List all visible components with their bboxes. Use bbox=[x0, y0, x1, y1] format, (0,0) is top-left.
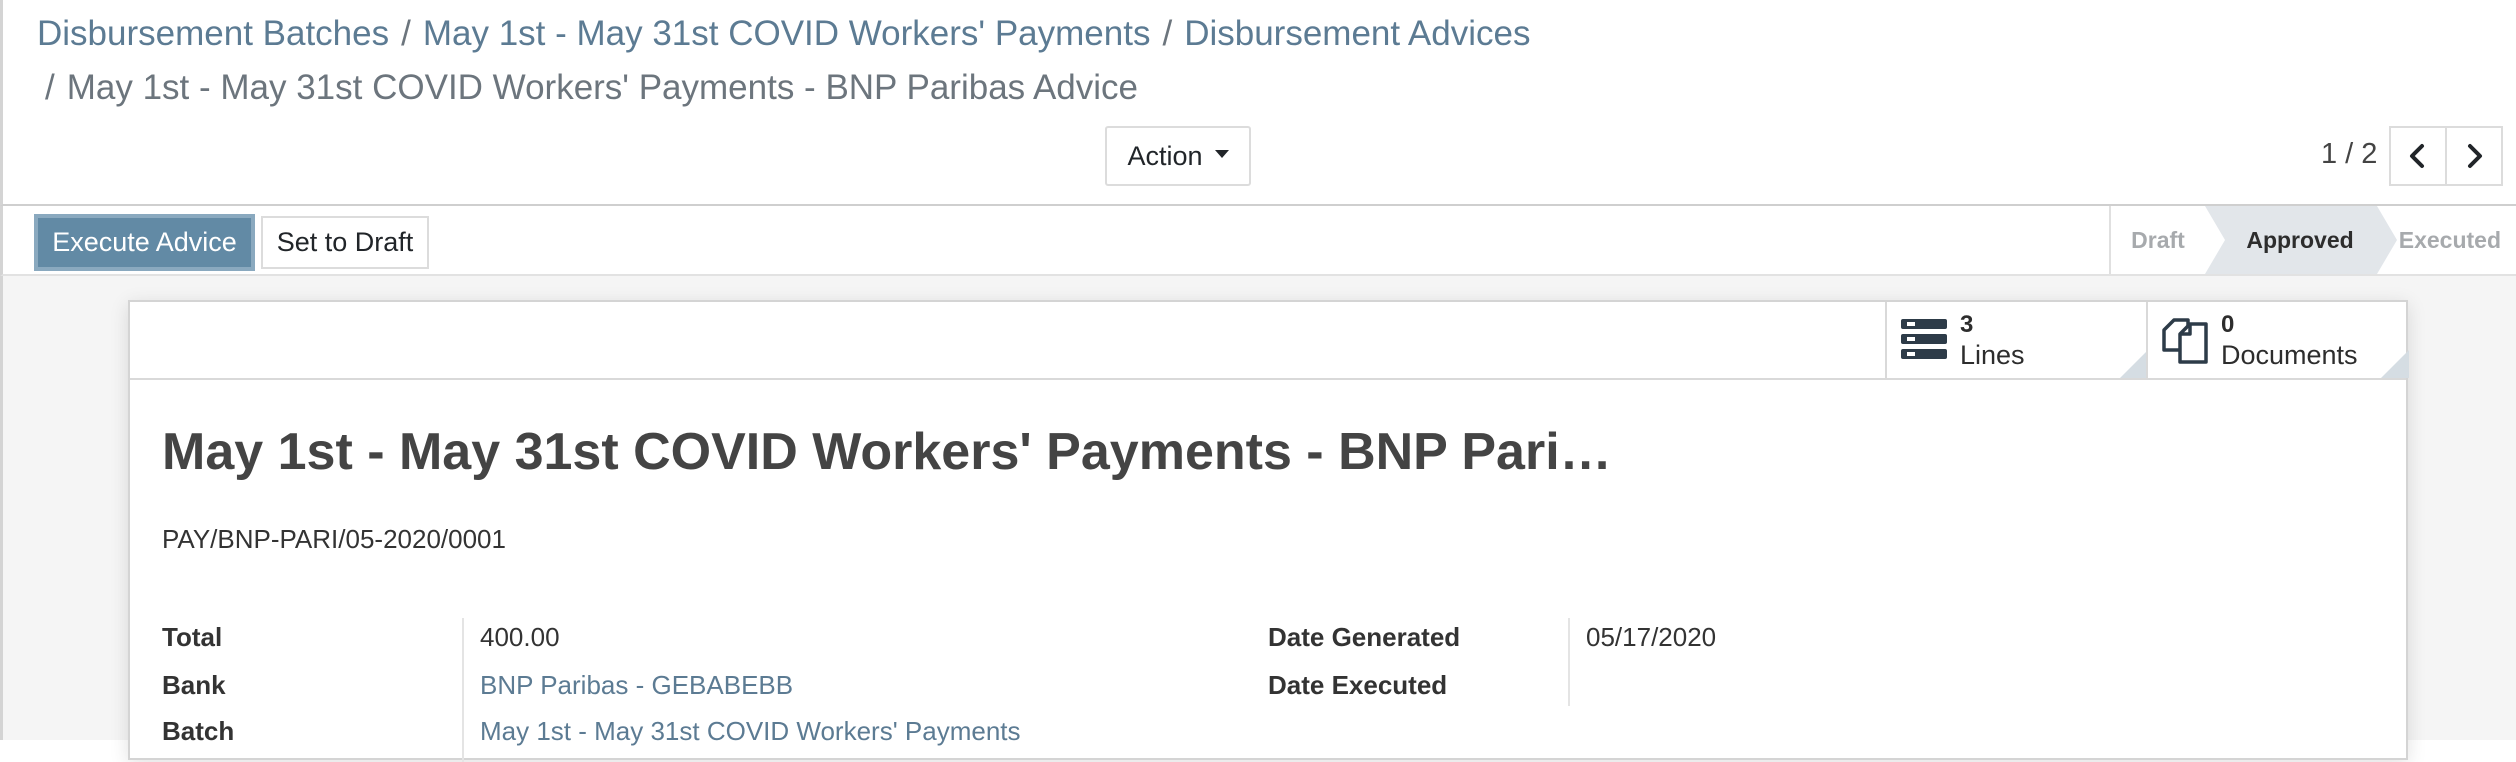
documents-label: Documents bbox=[2221, 340, 2358, 370]
smart-button-corner bbox=[2120, 350, 2148, 378]
record-title: May 1st - May 31st COVID Workers' Paymen… bbox=[162, 423, 1612, 481]
breadcrumb-disbursement-advices[interactable]: Disbursement Advices bbox=[1184, 14, 1530, 53]
lines-label: Lines bbox=[1960, 340, 2025, 370]
action-dropdown-button[interactable]: Action bbox=[1105, 126, 1251, 186]
statusbar: Execute Advice Set to Draft Draft Approv… bbox=[0, 206, 2516, 276]
breadcrumb-batch[interactable]: May 1st - May 31st COVID Workers' Paymen… bbox=[423, 14, 1151, 53]
pager-value[interactable]: 1 / 2 bbox=[2321, 138, 2377, 171]
smart-button-corner bbox=[2381, 350, 2409, 378]
form-sheet: 3 Lines 0 Documents May 1st - May 31st C… bbox=[128, 300, 2409, 762]
field-label-bank: Bank bbox=[162, 670, 226, 700]
field-label-date-executed: Date Executed bbox=[1268, 670, 1448, 700]
documents-smart-button[interactable]: 0 Documents bbox=[2146, 302, 2409, 378]
smart-button-box: 3 Lines 0 Documents bbox=[130, 302, 2409, 380]
field-label-date-generated: Date Generated bbox=[1268, 622, 1461, 652]
chevron-left-icon bbox=[2410, 144, 2424, 168]
documents-icon bbox=[2162, 318, 2208, 364]
stage-executed[interactable]: Executed bbox=[2393, 206, 2516, 274]
field-label-total: Total bbox=[162, 622, 223, 652]
documents-count: 0 bbox=[2221, 311, 2235, 338]
execute-advice-button[interactable]: Execute Advice bbox=[34, 214, 255, 271]
field-value-total: 400.00 bbox=[480, 622, 560, 652]
stage-draft[interactable]: Draft bbox=[2109, 206, 2205, 274]
stage-approved[interactable]: Approved bbox=[2205, 206, 2395, 274]
control-panel: Disbursement Batches / May 1st - May 31st … bbox=[0, 0, 2516, 206]
lines-count: 3 bbox=[1960, 311, 1974, 338]
breadcrumb-separator: / bbox=[1162, 14, 1173, 53]
pager-previous-button[interactable] bbox=[2389, 126, 2447, 186]
set-to-draft-button[interactable]: Set to Draft bbox=[261, 216, 429, 269]
action-label: Action bbox=[1127, 140, 1203, 171]
list-icon bbox=[1901, 319, 1947, 359]
breadcrumb: Disbursement Batches / May 1st - May 31st … bbox=[37, 14, 1530, 54]
caret-down-icon bbox=[1214, 150, 1229, 158]
breadcrumb-separator: / bbox=[401, 14, 411, 53]
field-divider bbox=[1568, 618, 1570, 706]
breadcrumb-current: May 1st - May 31st COVID Workers' Paymen… bbox=[66, 68, 1139, 107]
record-reference: PAY/BNP-PARI/05-2020/0001 bbox=[162, 524, 506, 554]
field-value-batch-link[interactable]: May 1st - May 31st COVID Workers' Paymen… bbox=[480, 716, 1021, 747]
field-value-date-generated: 05/17/2020 bbox=[1586, 622, 1717, 652]
pager-next-button[interactable] bbox=[2445, 126, 2503, 186]
field-value-bank-link[interactable]: BNP Paribas - GEBABEBB bbox=[480, 670, 793, 701]
breadcrumb-current-line: / May 1st - May 31st COVID Workers' Payme… bbox=[37, 68, 1138, 108]
chevron-right-icon bbox=[2468, 144, 2482, 168]
breadcrumb-separator: / bbox=[45, 68, 55, 107]
field-divider bbox=[462, 618, 464, 762]
breadcrumb-disbursement-batches[interactable]: Disbursement Batches bbox=[37, 14, 389, 53]
lines-smart-button[interactable]: 3 Lines bbox=[1885, 302, 2148, 378]
field-label-batch: Batch bbox=[162, 716, 235, 746]
